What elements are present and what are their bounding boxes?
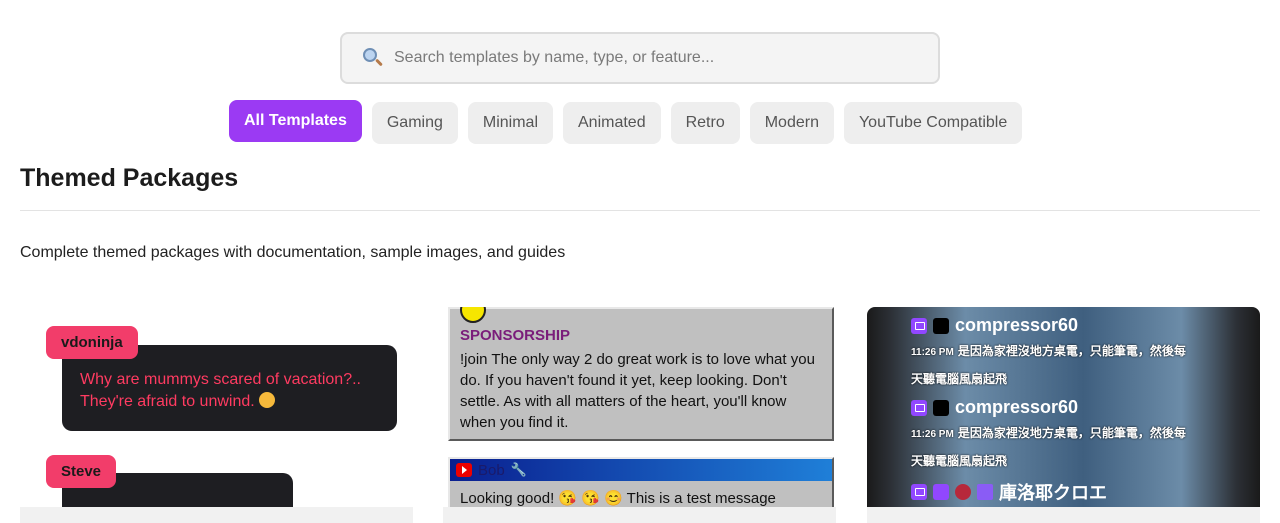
section-title: Themed Packages: [20, 164, 239, 192]
filter-modern[interactable]: Modern: [749, 102, 834, 144]
chat-username: Steve: [46, 455, 117, 488]
chat-username: compressor60: [955, 315, 1079, 335]
filter-youtube-compatible[interactable]: YouTube Compatible: [843, 102, 1023, 144]
chat-message: compressor60 11:26 PM 是因為家裡沒地方桌電，只能筆電，然後每…: [911, 397, 1211, 474]
avatar-icon: [955, 484, 971, 500]
filter-gaming[interactable]: Gaming: [371, 102, 458, 144]
search-bar[interactable]: [340, 32, 940, 84]
filter-animated[interactable]: Animated: [563, 102, 661, 144]
filter-all-templates[interactable]: All Templates: [229, 100, 362, 142]
twitch-icon: [911, 399, 927, 416]
card-footer: [443, 507, 836, 523]
badge-icon: [933, 317, 949, 334]
chat-username: 庫洛耶クロエ: [999, 483, 1107, 503]
chat-text: Why are mummys scared of vacation?.. The…: [80, 371, 361, 410]
section-description: Complete themed packages with documentat…: [20, 244, 566, 261]
chat-time: 11:26 PM: [911, 429, 954, 440]
badge-icon: [933, 399, 949, 416]
chat-time: 11:26 PM: [911, 347, 954, 358]
sponsorship-label: SPONSORSHIP: [460, 327, 571, 344]
section-divider: [20, 210, 1260, 211]
gift-icon: [977, 484, 993, 500]
chat-text: 天聽電腦風扇起飛: [911, 454, 1008, 468]
template-card-bubble[interactable]: vdoninja Why are mummys scared of vacati…: [20, 307, 413, 523]
template-card-dark[interactable]: compressor60 11:26 PM 是因為家裡沒地方桌電，只能筆電，然後每…: [867, 307, 1260, 523]
twitch-icon: [911, 484, 927, 500]
filter-chips: All Templates Gaming Minimal Animated Re…: [229, 100, 1023, 144]
chat-text: 天聽電腦風扇起飛: [911, 372, 1008, 386]
chat-username: Bob: [478, 461, 505, 479]
retro-chat-window: SPONSORSHIP !join The only way 2 do grea…: [448, 307, 834, 441]
filter-minimal[interactable]: Minimal: [467, 102, 553, 144]
youtube-icon: [456, 463, 472, 477]
twitch-icon: [911, 317, 927, 334]
chat-username: compressor60: [955, 397, 1079, 417]
chat-text: 是因為家裡沒地方桌電，只能筆電，然後每: [957, 344, 1186, 358]
chat-text: !join The only way 2 do great work is to…: [460, 351, 815, 431]
smiley-icon: [460, 307, 486, 323]
window-titlebar: Bob 🔧: [450, 459, 832, 481]
chat-text: 是因為家裡沒地方桌電，只能筆電，然後每: [957, 426, 1186, 440]
chat-username: vdoninja: [46, 326, 138, 359]
chat-message: 庫洛耶クロエ: [911, 479, 1211, 505]
wrench-icon: 🔧: [510, 462, 527, 477]
card-footer: [20, 507, 413, 523]
smile-emoji-icon: [259, 392, 276, 408]
user-badge-icon: [933, 484, 949, 500]
search-icon: [362, 47, 384, 69]
filter-retro[interactable]: Retro: [670, 102, 740, 144]
template-card-retro[interactable]: SPONSORSHIP !join The only way 2 do grea…: [443, 307, 836, 523]
search-input[interactable]: [394, 49, 914, 67]
chat-message: compressor60 11:26 PM 是因為家裡沒地方桌電，只能筆電，然後每…: [911, 315, 1211, 392]
card-footer: [867, 507, 1260, 523]
